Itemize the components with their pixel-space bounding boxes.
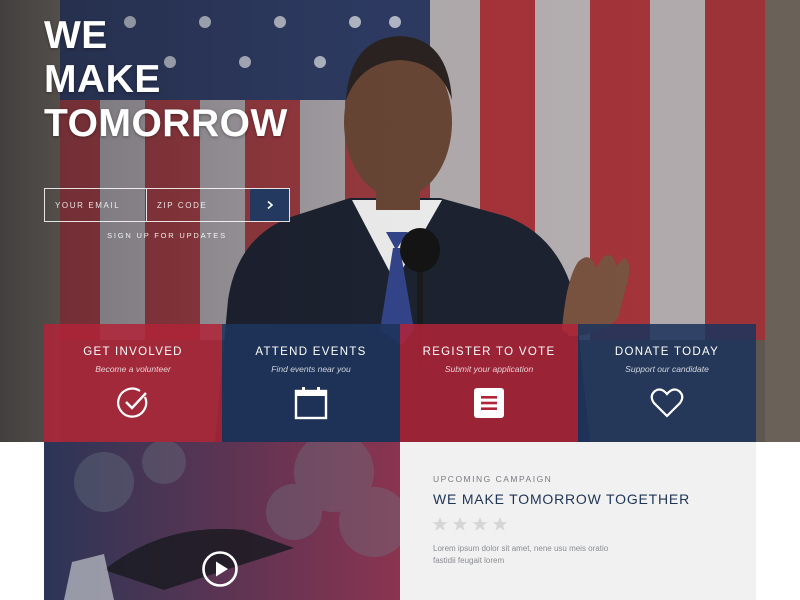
star-icon[interactable] xyxy=(492,516,508,532)
email-field[interactable] xyxy=(45,189,147,221)
campaign-title[interactable]: WE MAKE TOMORROW TOGETHER xyxy=(433,491,690,507)
calendar-icon xyxy=(294,387,328,420)
campaign-description: Lorem ipsum dolor sit amet, nene usu mei… xyxy=(433,544,609,565)
card-title: REGISTER TO VOTE xyxy=(422,346,556,358)
heart-icon xyxy=(650,388,684,418)
card-subtitle: Submit your application xyxy=(444,364,534,374)
card-subtitle: Find events near you xyxy=(271,364,351,374)
star-icon[interactable] xyxy=(432,516,448,532)
card-donate-today[interactable]: DONATE TODAY Support our candidate xyxy=(578,324,756,442)
headline-line: WE xyxy=(44,14,108,57)
signup-form xyxy=(44,188,290,222)
document-icon xyxy=(474,388,504,418)
signup-submit-button[interactable] xyxy=(250,189,289,221)
action-cards: GET INVOLVED Become a volunteer ATTEND E… xyxy=(44,324,756,442)
star-icon[interactable] xyxy=(452,516,468,532)
check-circle-icon xyxy=(117,387,148,418)
zip-code-field[interactable] xyxy=(147,189,250,221)
campaign-panel: UPCOMING CAMPAIGN WE MAKE TOMORROW TOGET… xyxy=(400,442,756,600)
chevron-right-icon xyxy=(266,200,273,210)
star-rating xyxy=(432,516,508,532)
hero-headline: WE MAKE TOMORROW xyxy=(44,14,288,146)
campaign-kicker: UPCOMING CAMPAIGN xyxy=(433,474,553,484)
card-title: GET INVOLVED xyxy=(83,346,183,358)
star-icon[interactable] xyxy=(472,516,488,532)
card-register-to-vote[interactable]: REGISTER TO VOTE Submit your application xyxy=(400,324,578,442)
card-get-involved[interactable]: GET INVOLVED Become a volunteer xyxy=(44,324,222,442)
signup-note: SIGN UP FOR UPDATES xyxy=(107,231,227,240)
card-title: ATTEND EVENTS xyxy=(255,346,367,358)
play-circle-icon[interactable] xyxy=(201,550,239,588)
campaign-video[interactable] xyxy=(44,442,400,600)
card-attend-events[interactable]: ATTEND EVENTS Find events near you xyxy=(222,324,400,442)
headline-line: MAKE xyxy=(44,58,161,101)
card-subtitle: Support our candidate xyxy=(625,364,709,374)
card-subtitle: Become a volunteer xyxy=(95,364,171,374)
card-title: DONATE TODAY xyxy=(614,346,720,358)
headline-line: TOMORROW xyxy=(44,102,288,145)
